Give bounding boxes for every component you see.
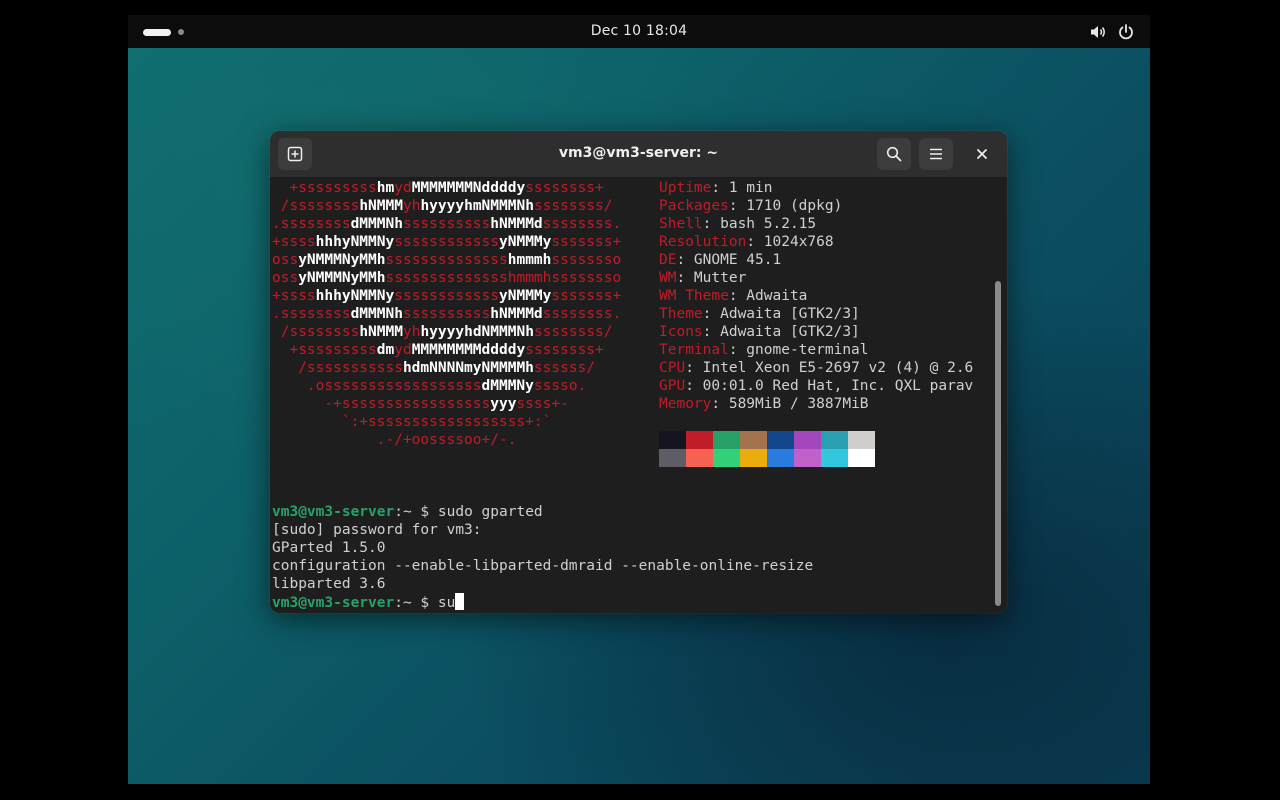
info-line: Memory: 589MiB / 3887MiB	[659, 396, 869, 412]
logo-line: +sssshhhyNMMNyssssssssssssyNMMMysssssss+	[272, 234, 622, 250]
logo-line: -+sssssssssssssssssyyyssss+-	[272, 396, 569, 412]
output-line: libparted 3.6	[272, 576, 386, 592]
logo-line: +sssssssssdmydMMMMMMMMddddyssssssss+	[272, 342, 604, 358]
logo-line: /ssssssssssshdmNNNNmyNMMMMhssssss/	[272, 360, 596, 376]
menu-icon	[930, 148, 942, 160]
logo-line: .ossssssssssssssssssdMMMNysssso.	[272, 378, 587, 394]
terminal-window[interactable]: vm3@vm3-server: ~ +ssssssssshmydMMMMMMMN…	[270, 131, 1007, 613]
desktop: Dec 10 18:04 vm3@vm3-server: ~ +ssssssss…	[128, 15, 1150, 784]
logo-line: ossyNMMMNyMMhsssssssssssssshmmmhssssssso	[272, 270, 622, 286]
prompt-line[interactable]: vm3@vm3-server:~ $ su	[272, 593, 465, 611]
output-line: configuration --enable-libparted-dmraid …	[272, 558, 814, 574]
search-button[interactable]	[877, 138, 911, 170]
header-bar[interactable]: vm3@vm3-server: ~	[270, 131, 1007, 178]
color-swatch	[740, 431, 767, 449]
command-input[interactable]: su	[438, 595, 455, 611]
logo-line: +ssssssssshmydMMMMMMMNddddyssssssss+	[272, 180, 604, 196]
info-line: GPU: 00:01.0 Red Hat, Inc. QXL parav	[659, 378, 974, 394]
color-swatch	[659, 449, 686, 467]
color-swatch	[659, 431, 686, 449]
logo-line: .ssssssssdMMMNhsssssssssshNMMMdssssssss.	[272, 306, 622, 322]
close-icon	[977, 149, 987, 159]
search-icon	[886, 146, 902, 162]
close-button[interactable]	[971, 143, 993, 165]
scrollbar[interactable]	[995, 281, 1001, 606]
color-swatch	[821, 449, 848, 467]
color-swatch	[794, 449, 821, 467]
power-icon[interactable]	[1117, 23, 1135, 41]
output-line: [sudo] password for vm3:	[272, 522, 482, 538]
info-line: CPU: Intel Xeon E5-2697 v2 (4) @ 2.6	[659, 360, 974, 376]
info-line: WM Theme: Adwaita	[659, 288, 808, 304]
color-swatch	[740, 449, 767, 467]
color-swatch	[821, 431, 848, 449]
color-swatch	[794, 431, 821, 449]
info-line: Theme: Adwaita [GTK2/3]	[659, 306, 860, 322]
logo-line: `:+ssssssssssssssssss+:`	[272, 414, 552, 430]
logo-line: /sssssssshNMMMyhhyyyyhdNMMMNhssssssss/	[272, 324, 613, 340]
prompt-line: vm3@vm3-server:~ $ sudo gparted	[272, 504, 543, 520]
logo-line: ossyNMMMNyMMhsssssssssssssshmmmhssssssso	[272, 252, 622, 268]
color-swatch	[686, 431, 713, 449]
color-swatch	[767, 449, 794, 467]
info-line: WM: Mutter	[659, 270, 747, 286]
color-swatch	[713, 449, 740, 467]
info-line: Terminal: gnome-terminal	[659, 342, 869, 358]
clock[interactable]: Dec 10 18:04	[128, 23, 1150, 39]
color-swatch	[713, 431, 740, 449]
output-line: GParted 1.5.0	[272, 540, 386, 556]
volume-icon[interactable]	[1089, 23, 1107, 41]
logo-line: .ssssssssdMMMNhsssssssssshNMMMdssssssss.	[272, 216, 622, 232]
logo-line: /sssssssshNMMMyhhyyyyhmNMMMNhssssssss/	[272, 198, 613, 214]
menu-button[interactable]	[919, 138, 953, 170]
color-swatch	[848, 449, 875, 467]
color-swatch	[848, 431, 875, 449]
info-line: Resolution: 1024x768	[659, 234, 834, 250]
terminal-output[interactable]: +ssssssssshmydMMMMMMMNddddyssssssss+ /ss…	[272, 179, 990, 611]
text-cursor	[455, 593, 465, 610]
color-swatch	[767, 431, 794, 449]
info-line: Uptime: 1 min	[659, 180, 773, 196]
color-swatch	[686, 449, 713, 467]
info-line: Packages: 1710 (dpkg)	[659, 198, 843, 214]
info-line: Shell: bash 5.2.15	[659, 216, 817, 232]
info-line: Icons: Adwaita [GTK2/3]	[659, 324, 860, 340]
logo-line: .-/+oossssoo+/-.	[272, 432, 517, 448]
top-bar: Dec 10 18:04	[128, 15, 1150, 48]
logo-line: +sssshhhyNMMNyssssssssssssyNMMMysssssss+	[272, 288, 622, 304]
info-line: DE: GNOME 45.1	[659, 252, 782, 268]
